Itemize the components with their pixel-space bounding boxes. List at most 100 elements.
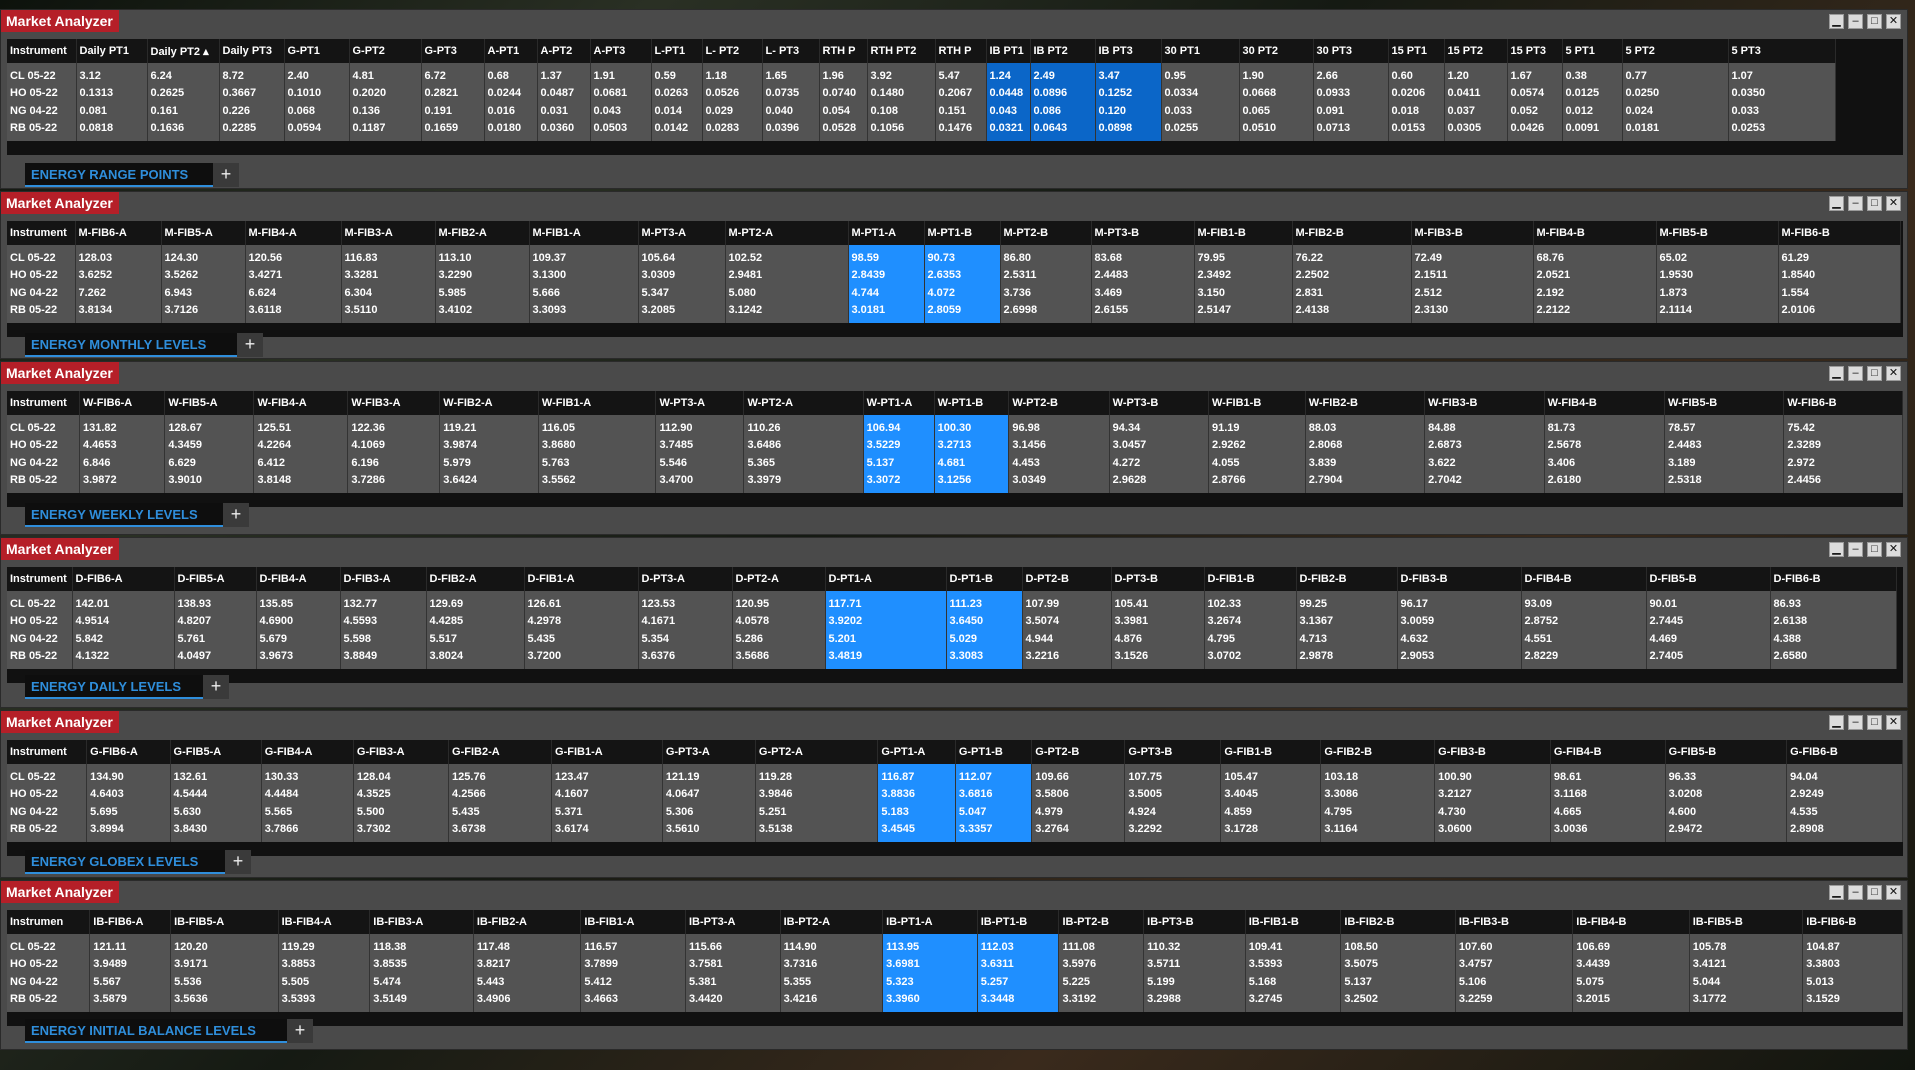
market-data-grid[interactable]: Instrumen IB-FIB6-A IB-FIB5-A IB-FIB4-A IB-F… xyxy=(7,910,1903,1026)
close-button[interactable]: ✕ xyxy=(1886,14,1901,29)
level-cell[interactable]: 112.07 xyxy=(955,764,1033,786)
level-cell[interactable]: 5.695 xyxy=(86,803,171,821)
column-header[interactable]: RTH P xyxy=(819,39,868,63)
column-header[interactable]: W-FIB4-A xyxy=(253,391,349,415)
level-cell[interactable]: 0.0411 xyxy=(1444,84,1508,102)
add-tab-button[interactable]: + xyxy=(203,675,229,699)
level-cell[interactable]: 117.71 xyxy=(825,591,947,613)
column-header[interactable]: D-PT3-B xyxy=(1111,567,1205,591)
level-cell[interactable]: 96.33 xyxy=(1665,764,1788,786)
level-cell[interactable]: 3.2713 xyxy=(934,436,1010,454)
level-cell[interactable]: 3.8853 xyxy=(278,955,371,973)
level-cell[interactable]: 3.8994 xyxy=(86,820,171,842)
column-header[interactable]: G-FIB5-B xyxy=(1665,740,1788,764)
level-cell[interactable]: 4.0578 xyxy=(732,612,826,630)
level-cell[interactable]: 3.8430 xyxy=(170,820,262,842)
level-cell[interactable]: 3.9872 xyxy=(79,471,166,493)
table-row[interactable]: RB 05-22 4.1322 4.0497 3.9673 3.8849 3.8024 3.… xyxy=(7,647,1897,669)
column-header[interactable]: M-FIB1-B xyxy=(1194,221,1293,245)
column-header[interactable]: W-PT1-B xyxy=(934,391,1010,415)
column-header[interactable]: M-FIB4-B xyxy=(1533,221,1657,245)
level-cell[interactable]: 1.90 xyxy=(1239,63,1314,85)
level-cell[interactable]: 4.795 xyxy=(1320,803,1436,821)
column-header[interactable]: IB-FIB1-A xyxy=(580,910,686,934)
level-cell[interactable]: 2.5147 xyxy=(1194,301,1293,323)
level-cell[interactable]: 0.60 xyxy=(1388,63,1445,85)
level-cell[interactable]: 4.6403 xyxy=(86,785,171,803)
table-row[interactable]: HO 05-22 4.6403 4.5444 4.4484 4.3525 4.2566 4.… xyxy=(7,785,1903,803)
level-cell[interactable]: 5.546 xyxy=(655,454,745,472)
level-cell[interactable]: 132.61 xyxy=(170,764,262,786)
level-cell[interactable]: 88.03 xyxy=(1305,415,1426,437)
level-cell[interactable]: 0.38 xyxy=(1562,63,1623,85)
level-cell[interactable]: 109.41 xyxy=(1245,934,1342,956)
column-header[interactable]: G-PT1 xyxy=(284,39,350,63)
level-cell[interactable]: 105.78 xyxy=(1689,934,1804,956)
window-titlebar[interactable]: Market Analyzer ▁ – □ ✕ xyxy=(1,881,1907,903)
level-cell[interactable]: 5.199 xyxy=(1143,973,1246,991)
level-cell[interactable]: 1.67 xyxy=(1507,63,1563,85)
level-cell[interactable]: 4.944 xyxy=(1022,630,1112,648)
restore-button[interactable]: – xyxy=(1848,885,1863,900)
level-cell[interactable]: 102.33 xyxy=(1204,591,1297,613)
level-cell[interactable]: 128.67 xyxy=(164,415,255,437)
level-cell[interactable]: 2.40 xyxy=(284,63,350,85)
column-header[interactable]: G-FIB4-B xyxy=(1550,740,1666,764)
level-cell[interactable]: 4.4285 xyxy=(426,612,525,630)
column-header[interactable]: D-PT2-B xyxy=(1022,567,1112,591)
column-header[interactable]: D-FIB5-A xyxy=(174,567,257,591)
level-cell[interactable]: 3.2292 xyxy=(1124,820,1222,842)
column-header[interactable]: G-FIB2-B xyxy=(1320,740,1436,764)
maximize-button[interactable]: □ xyxy=(1867,715,1882,730)
column-header[interactable]: M-PT1-B xyxy=(924,221,1001,245)
level-cell[interactable]: 5.047 xyxy=(955,803,1033,821)
level-cell[interactable]: 3.4700 xyxy=(655,471,745,493)
level-cell[interactable]: 5.257 xyxy=(977,973,1060,991)
column-header[interactable]: IB-FIB3-A xyxy=(369,910,474,934)
level-cell[interactable]: 0.0735 xyxy=(762,84,820,102)
level-cell[interactable]: 86.93 xyxy=(1770,591,1897,613)
level-cell[interactable]: 3.1300 xyxy=(529,266,639,284)
table-row[interactable]: HO 05-22 3.9489 3.9171 3.8853 3.8535 3.8217 3.… xyxy=(7,955,1903,973)
column-header[interactable]: IB-PT2-A xyxy=(780,910,884,934)
level-cell[interactable]: 0.1252 xyxy=(1095,84,1162,102)
level-cell[interactable]: 110.26 xyxy=(743,415,864,437)
level-cell[interactable]: 5.505 xyxy=(278,973,371,991)
table-row[interactable]: HO 05-22 4.9514 4.8207 4.6900 4.5593 4.4285 4.… xyxy=(7,612,1897,630)
column-header[interactable]: W-PT2-B xyxy=(1008,391,1110,415)
level-cell[interactable]: 1.24 xyxy=(986,63,1031,85)
level-cell[interactable]: 4.4484 xyxy=(261,785,354,803)
level-cell[interactable]: 3.8217 xyxy=(473,955,582,973)
level-cell[interactable]: 3.7899 xyxy=(580,955,686,973)
level-cell[interactable]: 3.9673 xyxy=(256,647,341,669)
instrument-cell[interactable]: RB 05-22 xyxy=(7,119,77,141)
level-cell[interactable]: 0.108 xyxy=(867,102,936,120)
restore-button[interactable]: – xyxy=(1848,366,1863,381)
level-cell[interactable]: 0.0206 xyxy=(1388,84,1445,102)
level-cell[interactable]: 114.90 xyxy=(780,934,884,956)
level-cell[interactable]: 4.795 xyxy=(1204,630,1297,648)
level-cell[interactable]: 0.0283 xyxy=(702,119,763,141)
level-cell[interactable]: 119.28 xyxy=(755,764,879,786)
column-header[interactable]: IB-FIB5-A xyxy=(170,910,279,934)
level-cell[interactable]: 5.347 xyxy=(638,284,726,302)
level-cell[interactable]: 5.251 xyxy=(755,803,879,821)
level-cell[interactable]: 4.8207 xyxy=(174,612,257,630)
level-cell[interactable]: 3.7316 xyxy=(780,955,884,973)
level-cell[interactable]: 5.517 xyxy=(426,630,525,648)
level-cell[interactable]: 2.5311 xyxy=(1000,266,1092,284)
level-cell[interactable]: 0.0334 xyxy=(1161,84,1240,102)
level-cell[interactable]: 0.77 xyxy=(1622,63,1729,85)
level-cell[interactable]: 5.365 xyxy=(743,454,864,472)
level-cell[interactable]: 105.41 xyxy=(1111,591,1205,613)
level-cell[interactable]: 0.0896 xyxy=(1030,84,1096,102)
level-cell[interactable]: 4.730 xyxy=(1434,803,1551,821)
instrument-cell[interactable]: RB 05-22 xyxy=(7,647,73,669)
level-cell[interactable]: 0.0933 xyxy=(1313,84,1389,102)
level-cell[interactable]: 108.50 xyxy=(1340,934,1456,956)
level-cell[interactable]: 2.3289 xyxy=(1783,436,1903,454)
level-cell[interactable]: 2.8439 xyxy=(848,266,925,284)
minimize-button[interactable]: ▁ xyxy=(1829,715,1844,730)
level-cell[interactable]: 0.2625 xyxy=(147,84,220,102)
window-titlebar[interactable]: Market Analyzer ▁ – □ ✕ xyxy=(1,538,1907,560)
